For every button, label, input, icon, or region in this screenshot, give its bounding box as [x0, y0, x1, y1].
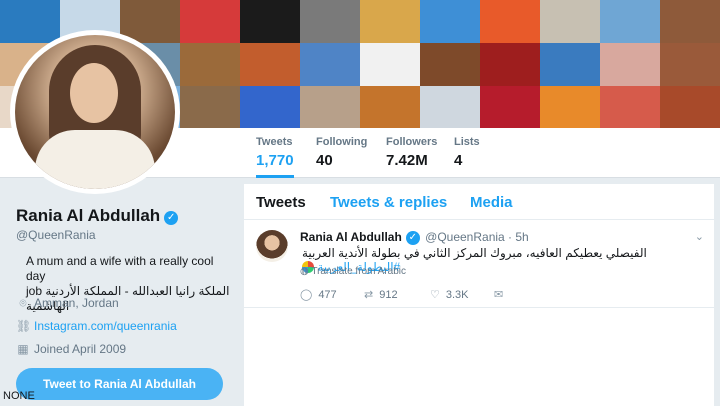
tweet-to-button[interactable]: Tweet to Rania Al Abdullah — [16, 368, 223, 400]
stat-following[interactable]: Following 40 — [316, 136, 367, 169]
avatar-photo — [15, 35, 175, 189]
reply-icon: ◯ — [300, 289, 313, 301]
profile-website-link[interactable]: Instagram.com/queenrania — [34, 319, 177, 333]
timeline: Tweets Tweets & replies Media Rania Al A… — [244, 184, 714, 406]
banner-tile — [600, 86, 660, 128]
banner-tile — [660, 0, 720, 43]
location-pin-icon: ⌾ — [19, 296, 27, 310]
banner-tile — [300, 0, 360, 43]
banner-tile — [540, 0, 600, 43]
stat-tweets-label: Tweets — [256, 136, 293, 148]
banner-tile — [480, 43, 540, 86]
banner-tile — [360, 86, 420, 128]
verified-badge-icon: ✓ — [164, 211, 179, 225]
tweet-author-handle[interactable]: @QueenRania · 5h — [425, 230, 529, 244]
translate-text: Translate from Arabic — [311, 266, 407, 277]
banner-tile — [360, 0, 420, 43]
chevron-down-icon[interactable]: ⌄ — [695, 230, 704, 243]
banner-tile — [180, 43, 240, 86]
profile-location-text: Amman, Jordan — [34, 296, 119, 310]
like-count: 3.3K — [445, 289, 469, 301]
profile-avatar[interactable] — [10, 30, 180, 194]
retweet-icon: ⇄ — [364, 289, 374, 301]
banner-tile — [300, 43, 360, 86]
dm-action[interactable]: ✉ — [494, 288, 509, 301]
banner-tile — [180, 86, 240, 128]
stat-tweets-value: 1,770 — [256, 152, 294, 169]
retweet-count: 912 — [379, 289, 398, 301]
banner-tile — [600, 43, 660, 86]
profile-website: ⛓ Instagram.com/queenrania — [16, 319, 177, 333]
banner-tile — [420, 86, 480, 128]
stat-tweets[interactable]: Tweets 1,770 — [256, 136, 294, 178]
banner-tile — [660, 43, 720, 86]
tab-tweets-replies[interactable]: Tweets & replies — [330, 194, 447, 211]
profile-name: Rania Al Abdullah — [16, 206, 161, 225]
tweet-item[interactable]: Rania Al Abdullah ✓ @QueenRania · 5h ⌄ ال… — [244, 220, 714, 308]
banner-tile — [360, 43, 420, 86]
stat-lists-value: 4 — [454, 152, 463, 169]
banner-tile — [600, 0, 660, 43]
stat-following-value: 40 — [316, 152, 333, 169]
profile-name-row: Rania Al Abdullah ✓ — [16, 206, 179, 226]
reply-count: 477 — [318, 289, 337, 301]
banner-tile — [420, 0, 480, 43]
stat-lists[interactable]: Lists 4 — [454, 136, 480, 169]
profile-joined: ▦ Joined April 2009 — [16, 342, 126, 356]
translate-link[interactable]: ◍ Translate from Arabic — [300, 266, 406, 277]
profile-location: ⌾ Amman, Jordan — [16, 296, 119, 311]
like-action[interactable]: ♡ 3.3K — [430, 288, 469, 301]
stat-followers-value: 7.42M — [386, 152, 428, 169]
retweet-action[interactable]: ⇄ 912 — [364, 288, 398, 301]
banner-tile — [660, 86, 720, 128]
banner-tile — [240, 43, 300, 86]
tweet-author-name[interactable]: Rania Al Abdullah — [300, 230, 402, 244]
banner-tile — [540, 43, 600, 86]
banner-tile — [300, 86, 360, 128]
profile-sidebar: Rania Al Abdullah ✓ @QueenRania A mum and… — [0, 178, 240, 406]
globe-icon: ◍ — [300, 266, 309, 277]
verified-badge-icon: ✓ — [405, 231, 420, 245]
envelope-icon: ✉ — [494, 289, 504, 301]
watermark-text: NONE — [3, 390, 35, 402]
stat-following-label: Following — [316, 136, 368, 148]
heart-icon: ♡ — [430, 289, 440, 301]
banner-tile — [480, 86, 540, 128]
calendar-icon: ▦ — [17, 342, 29, 356]
banner-tile — [240, 86, 300, 128]
tab-media[interactable]: Media — [470, 194, 513, 211]
profile-bio-line-1: A mum and a wife with a really cool day — [26, 254, 214, 283]
tweet-header: Rania Al Abdullah ✓ @QueenRania · 5h — [300, 230, 529, 245]
banner-tile — [540, 86, 600, 128]
stat-followers[interactable]: Followers 7.42M — [386, 136, 437, 169]
stat-followers-label: Followers — [386, 136, 438, 148]
banner-tile — [480, 0, 540, 43]
banner-tile — [420, 43, 480, 86]
reply-action[interactable]: ◯ 477 — [300, 288, 337, 301]
banner-tile — [240, 0, 300, 43]
timeline-tabs: Tweets Tweets & replies Media — [244, 184, 714, 220]
profile-joined-text: Joined April 2009 — [34, 342, 127, 356]
stat-lists-label: Lists — [454, 136, 480, 148]
link-icon: ⛓ — [16, 319, 32, 333]
banner-tile — [0, 0, 60, 43]
profile-handle[interactable]: @QueenRania — [16, 228, 96, 242]
tweet-text-body: الفيصلي يعطيكم العافيه، مبروك المركز الث… — [302, 246, 647, 260]
banner-tile — [180, 0, 240, 43]
tweet-avatar[interactable] — [256, 230, 288, 262]
tab-tweets[interactable]: Tweets — [256, 194, 306, 211]
